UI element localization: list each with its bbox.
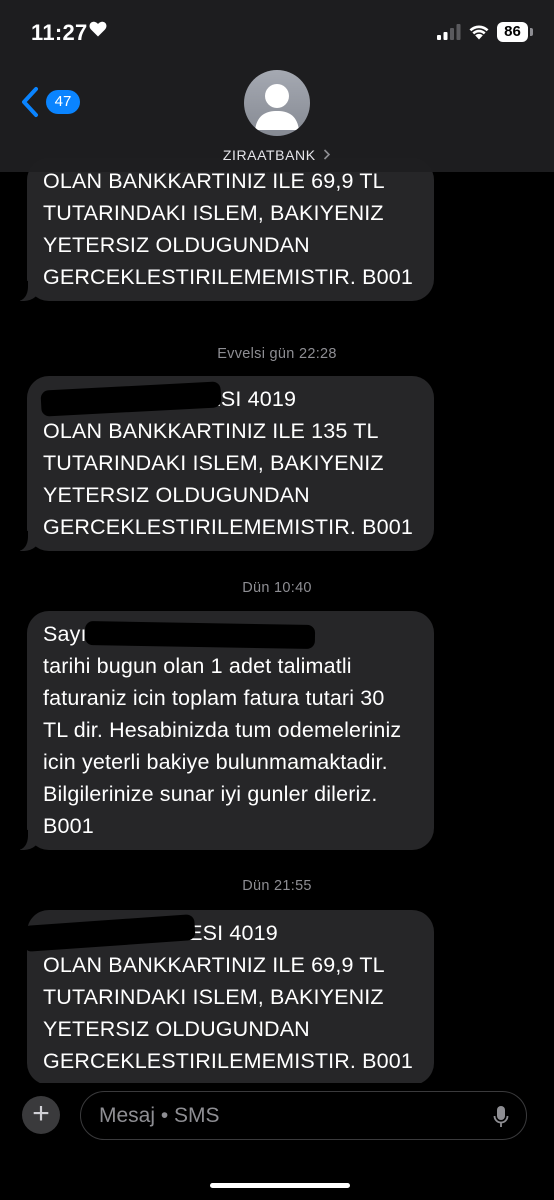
message-line: YETERSIZ OLDUGUNDAN [43, 1017, 310, 1041]
back-chevron-icon[interactable] [20, 86, 40, 118]
message-line: TL dir. Hesabinizda tum odemeleriniz [43, 718, 402, 742]
heart-icon [89, 21, 107, 37]
message-line: TUTARINDAKI ISLEM, BAKIYENIZ [43, 201, 384, 225]
message-input[interactable]: Mesaj • SMS [80, 1091, 527, 1140]
message-line: GERCEKLESTIRILEMEMISTIR. B001 [43, 1049, 413, 1073]
message-line: GERCEKLESTIRILEMEMISTIR. B001 [43, 515, 413, 539]
redaction-mark [84, 620, 316, 650]
battery-cap [530, 28, 533, 36]
contact-name[interactable]: ZIRAATBANK [0, 147, 554, 163]
message-timestamp: Dün 21:55 [242, 878, 312, 894]
message-line: faturaniz icin toplam fatura tutari 30 [43, 686, 385, 710]
message-input-placeholder: Mesaj • SMS [99, 1104, 220, 1127]
message-bubble[interactable]: OLAN BANKKARTINIZ ILE 69,9 TL TUTARINDAK… [14, 158, 434, 301]
message-line: YETERSIZ OLDUGUNDAN [43, 483, 310, 507]
unread-count-badge[interactable]: 47 [46, 90, 80, 114]
bubble-tail [14, 830, 40, 850]
message-line: icin yeterli bakiye bulunmamaktadir. [43, 750, 388, 774]
message-line: TUTARINDAKI ISLEM, BAKIYENIZ [43, 985, 384, 1009]
bubble-tail [14, 531, 40, 551]
contact-name-label: ZIRAATBANK [222, 147, 316, 163]
message-bubble[interactable]: Sayın , son odeme tarihi bugun olan 1 ad… [14, 611, 434, 850]
contact-avatar[interactable] [244, 70, 310, 136]
message-line: YETERSIZ OLDUGUNDAN [43, 233, 310, 257]
message-line: OLAN BANKKARTINIZ ILE 69,9 TL [43, 953, 385, 977]
chevron-right-icon [324, 149, 331, 160]
message-bubble[interactable]: SA , SON 4 HANESI 4019 OLAN BANKKARTINIZ… [14, 376, 434, 551]
message-line: GERCEKLESTIRILEMEMISTIR. B001 [43, 265, 413, 289]
message-bubble[interactable]: N, SON 4 HANESI 4019 OLAN BANKKARTINIZ I… [22, 910, 434, 1085]
wifi-icon [469, 25, 489, 40]
message-timestamp: Evvelsi gün 22:28 [217, 346, 337, 362]
person-icon [255, 84, 299, 130]
message-line: Bilgilerinize sunar iyi gunler dileriz. [43, 782, 378, 806]
message-timestamp: Dün 10:40 [242, 580, 312, 596]
message-line: TUTARINDAKI ISLEM, BAKIYENIZ [43, 451, 384, 475]
message-line: OLAN BANKKARTINIZ ILE 135 TL [43, 419, 379, 443]
plus-button[interactable]: + [22, 1096, 60, 1134]
bubble-tail [14, 281, 40, 301]
message-line: B001 [43, 814, 94, 838]
microphone-icon[interactable] [493, 1105, 509, 1129]
conversation-header: 11:27 86 47 ZIRAATBANK [0, 0, 554, 172]
home-indicator[interactable] [210, 1183, 350, 1188]
signal-icon [437, 24, 461, 40]
status-time: 11:27 [31, 20, 88, 45]
plus-icon: + [32, 1097, 50, 1130]
message-thread[interactable]: OLAN BANKKARTINIZ ILE 69,9 TL TUTARINDAK… [0, 0, 554, 1200]
battery-indicator: 86 [497, 22, 528, 42]
message-line: tarihi bugun olan 1 adet talimatli [43, 654, 352, 678]
